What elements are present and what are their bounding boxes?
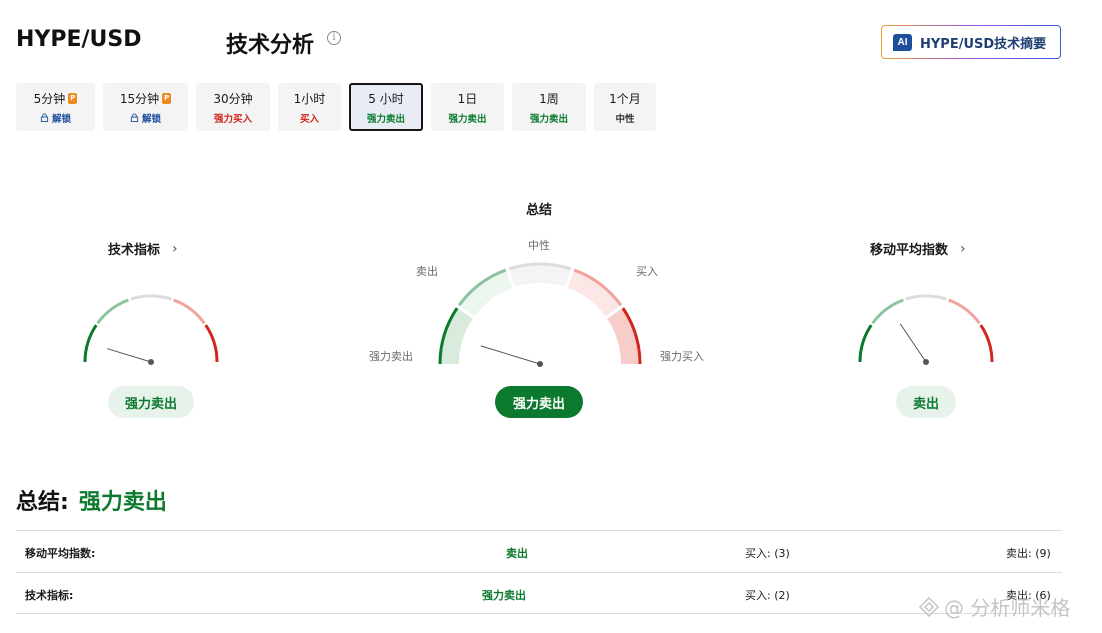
tab-label: 1小时 [293,91,326,106]
tab-label: 15分钟 [119,91,160,106]
tab-label: 30分钟 [213,91,253,106]
moving-averages-header[interactable]: 移动平均指数 › [870,239,966,259]
gauge-segment-buy [173,298,206,325]
timeframe-tabs: 5分钟 P 解锁 15分钟 P 解锁 30分钟 强力买入 1小时 买入 5 小时 强… [16,83,656,131]
tech-result-badge: 强力卖出 [108,386,194,418]
gauge-segment-strong-buy [204,324,219,363]
gauge-needle [106,348,152,363]
page-title: 技术分析 [226,33,315,58]
tab-label: 5分钟 [33,91,66,106]
lock-icon [40,113,49,122]
row-label: 技术指标: [25,589,74,602]
row-label: 移动平均指数: [25,547,96,560]
watermark: @ 分析师米格 [918,592,1070,621]
summary-gauge [438,262,642,367]
tab-status: 强力卖出 [366,113,405,125]
tech-gauge [83,294,219,365]
gauge-segment-strong-sell [83,324,98,363]
tab-1h[interactable]: 1小时 买入 [278,83,341,131]
tab-15m[interactable]: 15分钟 P 解锁 [103,83,188,131]
tab-status: 中性 [615,113,635,125]
summary-gauge-title: 总结 [526,203,553,218]
tab-label: 1个月 [609,91,641,106]
gauge-band-strong-sell [441,308,474,365]
tab-1w[interactable]: 1周 强力卖出 [512,83,586,131]
tab-1d[interactable]: 1日 强力卖出 [431,83,504,131]
gauge-pivot [537,361,543,367]
ma-gauge [858,294,994,365]
summary-label: 总结: [16,490,69,515]
gauge-band-sell [459,270,513,317]
row-buy-count: 买入: (3) [745,547,790,560]
info-icon[interactable]: i [327,31,341,45]
chevron-right-icon: › [172,240,178,257]
label-strong-buy: 强力买入 [660,350,704,363]
tech-indicators-title: 技术指标 [108,243,161,258]
summary-value: 强力卖出 [78,490,167,515]
pro-icon: P [162,92,172,104]
pair-title: HYPE/USD [16,27,142,52]
summary-heading: 总结: 强力卖出 [16,484,167,516]
gauge-segment-strong-buy [979,324,994,363]
ai-summary-label: HYPE/USD技术摘要 [920,36,1047,52]
diamond-logo-icon [918,596,940,617]
gauge-segment-strong-sell [858,324,873,363]
gauge-band-strong-buy [606,308,639,365]
row-value: 卖出 [506,547,528,560]
label-neutral: 中性 [528,239,550,252]
pro-icon: P [68,92,78,104]
gauge-pivot [923,359,929,365]
gauge-segment-neutral [130,294,172,301]
row-buy-count: 买入: (2) [745,589,790,602]
tab-30m[interactable]: 30分钟 强力买入 [196,83,270,131]
tab-status: 解锁 [141,113,161,125]
gauge-pivot [148,359,154,365]
tab-label: 5 小时 [368,91,404,106]
tab-status: 强力卖出 [529,113,568,125]
label-strong-sell: 强力卖出 [369,350,413,363]
tab-status: 强力卖出 [448,113,487,125]
gauge-band-neutral [509,265,571,288]
ma-result-badge: 卖出 [896,386,956,418]
ai-summary-button[interactable]: AI HYPE/USD技术摘要 [881,25,1061,59]
row-value: 强力卖出 [482,589,526,602]
table-row: 技术指标: 强力卖出 买入: (2) 卖出: (6) [16,572,1062,614]
moving-averages-title: 移动平均指数 [870,243,949,258]
tab-label: 1周 [539,91,559,106]
gauge-needle [480,345,541,365]
ai-icon: AI [893,33,912,51]
gauge-segment-sell [96,298,129,325]
gauge-segment-sell [871,298,904,325]
tab-5m[interactable]: 5分钟 P 解锁 [16,83,95,131]
tech-indicators-header[interactable]: 技术指标 › [108,239,178,259]
gauge-segment-buy [948,298,981,325]
table-row: 移动平均指数: 卖出 买入: (3) 卖出: (9) [16,530,1062,572]
tab-label: 1日 [457,91,478,106]
tab-1mo[interactable]: 1个月 中性 [594,83,656,131]
gauge-band-buy [567,270,621,317]
row-sell-count: 卖出: (9) [1006,547,1051,560]
gauge-segment-neutral [905,294,947,301]
summary-result-badge: 强力卖出 [495,386,583,418]
tab-status: 买入 [299,113,319,125]
lock-icon [130,113,139,122]
tab-status: 解锁 [51,113,71,125]
tab-status: 强力买入 [213,113,252,125]
chevron-right-icon: › [960,240,966,257]
gauge-needle [899,323,927,363]
watermark-text: @ 分析师米格 [944,596,1071,620]
tab-5h[interactable]: 5 小时 强力卖出 [349,83,423,131]
